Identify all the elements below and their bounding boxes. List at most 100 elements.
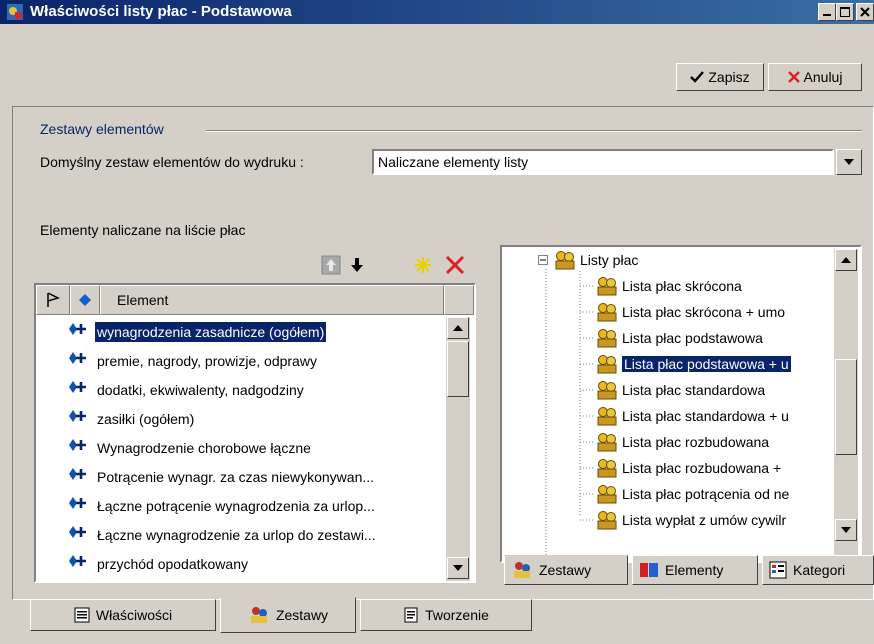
properties-icon	[74, 607, 90, 623]
maximize-icon	[840, 7, 850, 17]
list-item[interactable]: Wynagrodzenie chorobowe łączne	[36, 433, 442, 462]
scroll-thumb[interactable]	[447, 341, 469, 397]
tree-scrollbar[interactable]	[834, 249, 858, 561]
sets-tree[interactable]: Listy płac Lista płac skrócona Lista płac …	[500, 245, 862, 563]
tree-node-listy-plac[interactable]: Listy płac	[538, 247, 638, 273]
add-button[interactable]	[410, 252, 436, 278]
tab-wlasciwosci[interactable]: Właściwości	[30, 599, 216, 631]
tree-scroll-down-button[interactable]	[835, 519, 857, 541]
elements-icon	[640, 563, 658, 577]
people-group-icon	[596, 510, 618, 530]
diamond-icon	[79, 294, 91, 306]
header-extra-column	[444, 285, 474, 315]
move-up-button[interactable]	[318, 252, 344, 278]
element-plus-icon	[68, 379, 90, 400]
list-item-label: przychód opodatkowany	[97, 555, 248, 572]
arrow-up-icon	[321, 255, 341, 275]
tree-scroll-up-button[interactable]	[835, 249, 857, 271]
elements-scrollbar[interactable]	[446, 317, 470, 581]
header-flag-column[interactable]	[36, 285, 70, 315]
move-down-button[interactable]	[344, 252, 370, 278]
list-item[interactable]: wynagrodzenia zasadnicze (ogółem)	[36, 317, 442, 346]
cancel-button[interactable]: Anuluj	[768, 63, 862, 91]
element-plus-icon	[68, 437, 90, 458]
tab-zestawy[interactable]: Zestawy	[220, 597, 356, 633]
tree-item[interactable]: Lista płac standardowa + u	[580, 403, 789, 429]
people-group-icon	[596, 484, 618, 504]
save-label: Zapisz	[708, 69, 750, 85]
star-new-icon	[415, 257, 431, 273]
list-item[interactable]: Łączne potrącenie wynagrodzenia za urlop…	[36, 491, 442, 520]
list-item[interactable]: dodatki, ekwiwalenty, nadgodziny	[36, 375, 442, 404]
scroll-up-button[interactable]	[447, 317, 469, 339]
people-group-icon	[596, 302, 618, 322]
elements-list-header: Element	[36, 285, 474, 315]
people-group-icon	[596, 328, 618, 348]
people-group-icon	[596, 406, 618, 426]
minimize-button[interactable]	[818, 3, 836, 21]
tree-item[interactable]: Lista płac skrócona	[580, 273, 742, 299]
maximize-button[interactable]	[836, 3, 854, 21]
list-item[interactable]: Łączne wynagrodzenie za urlop do zestawi…	[36, 520, 442, 549]
delete-x-icon	[445, 255, 465, 275]
list-item-label: zasiłki (ogółem)	[97, 410, 195, 427]
tree-item[interactable]: Lista płac rozbudowana	[580, 429, 769, 455]
tree-item-label: Lista płac skrócona + umo	[622, 304, 786, 320]
list-item[interactable]: zasiłki (ogółem)	[36, 404, 442, 433]
tree-item[interactable]: Lista płac standardowa	[580, 377, 765, 403]
right-tabs: Zestawy Elementy Kategori	[500, 553, 874, 587]
tab-elementy[interactable]: Elementy	[632, 555, 758, 585]
default-set-select[interactable]: Naliczane elementy listy	[372, 149, 834, 175]
tree-item[interactable]: Lista płac rozbudowana +	[580, 455, 781, 481]
window-title: Właściwości listy płac - Podstawowa	[30, 3, 292, 20]
close-button[interactable]	[856, 3, 874, 21]
list-item-label: premie, nagrody, prowizje, odprawy	[97, 352, 317, 369]
arrow-down-icon	[351, 258, 363, 272]
list-item-label: Potrącenie wynagr. za czas niewykonywan.…	[97, 468, 375, 485]
delete-button[interactable]	[442, 252, 468, 278]
default-set-label: Domyślny zestaw elementów do wydruku :	[40, 154, 304, 170]
document-icon	[404, 607, 418, 623]
tab-zestawy-right[interactable]: Zestawy	[504, 555, 628, 585]
tree-item[interactable]: Lista płac potrącenia od ne	[580, 481, 789, 507]
check-icon	[690, 71, 705, 83]
scroll-down-button[interactable]	[447, 557, 469, 579]
elements-label: Elementy naliczane na liście płac	[40, 222, 246, 238]
tree-item[interactable]: Lista płac podstawowa	[580, 325, 763, 351]
cancel-label: Anuluj	[803, 69, 843, 85]
tree-item-label: Lista płac rozbudowana	[622, 434, 770, 450]
header-element-column[interactable]: Element	[100, 285, 444, 315]
tab-kategorie[interactable]: Kategori	[762, 555, 874, 585]
tab-kategorie-label: Kategori	[793, 562, 846, 578]
tree-item[interactable]: Lista płac podstawowa + u	[580, 351, 791, 377]
tree-item[interactable]: Lista płac skrócona + umo	[580, 299, 785, 325]
element-plus-icon	[68, 524, 90, 545]
element-plus-icon	[68, 350, 90, 371]
close-icon	[860, 7, 870, 17]
list-item[interactable]: przychód opodatkowany	[36, 549, 442, 578]
tree-scroll-up-icon	[841, 257, 851, 263]
people-group-icon	[554, 250, 576, 270]
tab-tworzenie-label: Tworzenie	[425, 607, 489, 623]
list-item[interactable]: premie, nagrody, prowizje, odprawy	[36, 346, 442, 375]
tab-zestawy-label: Zestawy	[275, 607, 329, 623]
elements-rows: wynagrodzenia zasadnicze (ogółem) premie,…	[36, 317, 442, 578]
window-titlebar[interactable]: Właściwości listy płac - Podstawowa	[0, 0, 874, 24]
header-type-column[interactable]	[70, 285, 100, 315]
tree-scroll-thumb[interactable]	[835, 359, 857, 455]
scroll-down-icon	[453, 565, 463, 571]
group-divider	[206, 130, 862, 132]
element-plus-icon	[68, 495, 90, 516]
save-button[interactable]: Zapisz	[676, 63, 764, 91]
list-item[interactable]: Potrącenie wynagr. za czas niewykonywan.…	[36, 462, 442, 491]
tree-item-label: Lista płac standardowa + u	[622, 408, 789, 424]
people-group-icon	[596, 432, 618, 452]
default-set-dropdown-button[interactable]	[836, 149, 862, 175]
tab-zestawy-right-label: Zestawy	[539, 562, 592, 578]
people-icon	[514, 562, 530, 578]
list-item-label: Wynagrodzenie chorobowe łączne	[97, 439, 311, 456]
flag-icon	[47, 292, 60, 307]
element-plus-icon	[68, 553, 90, 574]
tree-item[interactable]: Lista wypłat z umów cywilr	[580, 507, 786, 533]
tab-tworzenie[interactable]: Tworzenie	[360, 599, 532, 631]
